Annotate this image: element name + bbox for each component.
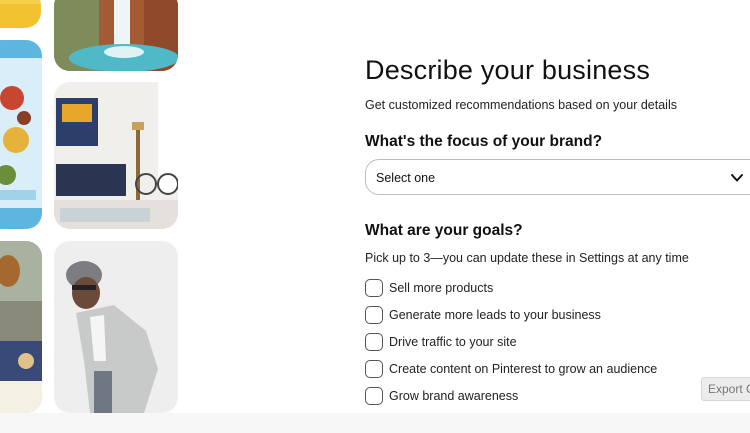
goals-heading: What are your goals?: [365, 222, 523, 239]
brand-focus-select-value: Select one: [376, 171, 436, 185]
goal-label: Grow brand awareness: [389, 389, 519, 403]
brand-focus-select[interactable]: Select one: [365, 159, 750, 195]
goal-checkbox[interactable]: [365, 306, 383, 324]
man-in-blazer-image[interactable]: [54, 241, 178, 413]
goal-label: Drive traffic to your site: [389, 335, 517, 349]
food-platter-image[interactable]: [0, 40, 42, 229]
export-button[interactable]: Export C: [701, 377, 750, 401]
goal-checkbox[interactable]: [365, 279, 383, 297]
yellow-partial-image[interactable]: [0, 0, 41, 28]
bottom-bar: [0, 413, 750, 433]
chevron-down-icon: [731, 174, 743, 182]
goal-checkbox[interactable]: [365, 333, 383, 351]
goals-hint: Pick up to 3—you can update these in Set…: [365, 251, 689, 265]
page-subtitle: Get customized recommendations based on …: [365, 98, 677, 112]
waterfall-image[interactable]: [54, 0, 178, 71]
goal-label: Create content on Pinterest to grow an a…: [389, 362, 658, 376]
describe-business-form: Describe your business Get customized re…: [365, 0, 750, 433]
goal-checkbox[interactable]: [365, 387, 383, 405]
goal-label: Generate more leads to your business: [389, 308, 601, 322]
living-room-image[interactable]: [54, 82, 178, 229]
brand-focus-heading: What's the focus of your brand?: [365, 133, 603, 150]
goal-checkbox[interactable]: [365, 360, 383, 378]
goal-label: Sell more products: [389, 281, 494, 295]
page-title: Describe your business: [365, 55, 651, 85]
bedroom-decor-image[interactable]: [0, 241, 42, 413]
